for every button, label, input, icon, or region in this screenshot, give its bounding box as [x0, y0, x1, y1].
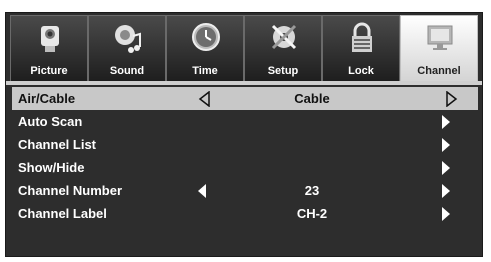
menu-item-value: CH-2 — [296, 206, 328, 221]
gear-tools-icon — [271, 24, 297, 50]
menu-item-value: Cable — [294, 91, 330, 106]
menu-item-label: Show/Hide — [18, 160, 85, 175]
menu-item-label: Auto Scan — [18, 114, 83, 129]
arrow-right-icon[interactable] — [442, 184, 450, 198]
monitor-icon — [427, 25, 453, 50]
channel-menu-list: Air/Cable Cable Auto Scan Channel List S… — [12, 87, 478, 225]
arrow-right-icon[interactable] — [444, 91, 458, 107]
tab-label: Sound — [109, 65, 145, 77]
menu-tab-bar: Picture Sound Time Setup Lock Channel — [10, 15, 478, 81]
camera-icon — [41, 26, 59, 52]
tab-label: Picture — [30, 65, 68, 77]
arrow-left-icon[interactable] — [198, 184, 206, 198]
tab-channel[interactable]: Channel — [400, 15, 478, 81]
tab-label: Setup — [267, 65, 299, 77]
arrow-right-icon[interactable] — [442, 207, 450, 221]
menu-item-label: Channel Number — [18, 183, 123, 198]
menu-item-label: Air/Cable — [18, 91, 76, 106]
arrow-right-icon[interactable] — [442, 115, 450, 129]
menu-item-label: Channel Label — [18, 206, 107, 221]
clock-icon — [192, 23, 220, 51]
speaker-music-icon — [115, 25, 141, 53]
menu-row-show-hide[interactable]: Show/Hide — [12, 156, 478, 179]
menu-row-air-cable[interactable]: Air/Cable Cable — [12, 87, 478, 110]
tab-picture[interactable]: Picture — [10, 15, 88, 81]
arrow-right-icon[interactable] — [442, 161, 450, 175]
menu-item-value: 23 — [304, 183, 320, 198]
arrow-right-icon[interactable] — [442, 138, 450, 152]
tab-time[interactable]: Time — [166, 15, 244, 81]
menu-row-channel-number[interactable]: Channel Number 23 — [12, 179, 478, 202]
osd-menu-panel: Picture Sound Time Setup Lock Channel Ai… — [5, 12, 483, 257]
tab-sound[interactable]: Sound — [88, 15, 166, 81]
menu-row-auto-scan[interactable]: Auto Scan — [12, 110, 478, 133]
arrow-left-icon[interactable] — [198, 91, 212, 107]
tab-lock[interactable]: Lock — [322, 15, 400, 81]
tab-label: Time — [192, 65, 218, 77]
menu-row-channel-list[interactable]: Channel List — [12, 133, 478, 156]
tab-label: Channel — [417, 65, 461, 77]
tab-divider — [6, 81, 482, 85]
menu-row-channel-label[interactable]: Channel Label CH-2 — [12, 202, 478, 225]
menu-item-label: Channel List — [18, 137, 97, 152]
padlock-icon — [352, 22, 372, 52]
tab-label: Lock — [348, 65, 374, 77]
tab-setup[interactable]: Setup — [244, 15, 322, 81]
